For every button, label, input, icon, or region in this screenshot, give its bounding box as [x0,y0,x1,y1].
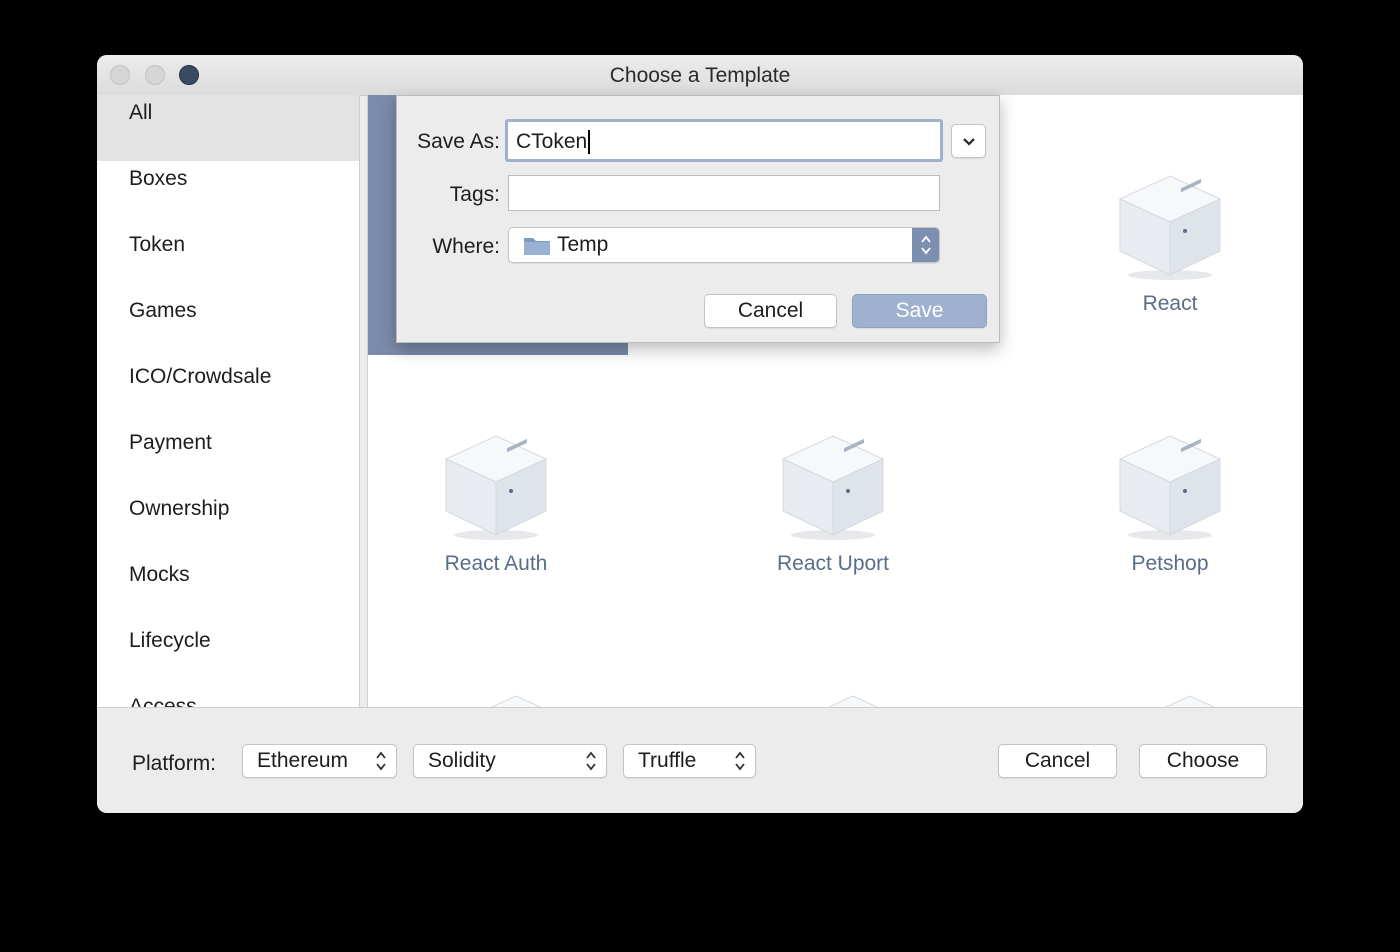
cancel-button[interactable]: Cancel [998,744,1117,778]
where-select[interactable]: Temp [508,227,940,263]
bottom-toolbar: Platform: Ethereum Solidity Truffle Canc… [97,707,1303,813]
framework-select-value: Truffle [638,749,697,772]
box-icon [1118,175,1222,280]
framework-select[interactable]: Truffle [623,744,756,778]
save-sheet: Save As: CToken Tags: Where: Temp Cancel… [396,95,1000,343]
sidebar-item-label: Lifecycle [129,629,211,652]
category-sidebar: All Boxes Token Games ICO/Crowdsale Paym… [97,95,360,707]
sidebar-item-label: Boxes [129,167,188,190]
save-as-label: Save As: [417,130,500,153]
sidebar-item-label: Payment [129,431,212,454]
sidebar-item-ownership[interactable]: Ownership [97,491,359,557]
tags-label: Tags: [449,183,500,206]
expand-save-dialog-button[interactable] [951,124,986,158]
sidebar-item-label: Games [129,299,197,322]
box-icon [1164,695,1216,707]
box-icon [781,435,885,540]
stepper-arrows-icon [921,235,931,255]
template-react-auth[interactable]: React Auth [406,431,586,576]
sidebar-item-label: ICO/Crowdsale [129,365,272,388]
box-icon [444,435,548,540]
template-petshop[interactable]: Petshop [1080,431,1260,576]
text-caret [588,130,591,155]
sidebar-item-games[interactable]: Games [97,293,359,359]
sidebar-item-boxes[interactable]: Boxes [97,161,359,227]
template-react-uport[interactable]: React Uport [743,431,923,576]
stepper-arrows-icon [735,751,745,771]
where-label: Where: [432,235,500,258]
folder-icon [524,238,550,255]
sidebar-item-mocks[interactable]: Mocks [97,557,359,623]
sidebar-item-ico-crowdsale[interactable]: ICO/Crowdsale [97,359,359,425]
sheet-cancel-button[interactable]: Cancel [704,294,837,328]
sidebar-item-label: Access [129,695,197,707]
tags-field[interactable] [508,175,940,211]
language-select[interactable]: Solidity [413,744,607,778]
sidebar-item-label: All [129,101,153,124]
sidebar-item-access[interactable]: Access [97,689,359,707]
sidebar-item-label: Mocks [129,563,190,586]
platform-label: Platform: [132,752,217,775]
title-bar: Choose a Template [97,55,1303,96]
template-label: React [1142,292,1198,315]
chevron-down-icon [962,138,975,146]
sidebar-item-token[interactable]: Token [97,227,359,293]
box-icon [827,695,879,707]
language-select-value: Solidity [428,749,496,772]
choose-button[interactable]: Choose [1139,744,1267,778]
where-select-value: Temp [557,233,609,256]
sidebar-item-label: Ownership [129,497,230,520]
window-title: Choose a Template [609,64,791,87]
sheet-save-button[interactable]: Save [852,294,987,328]
platform-select-value: Ethereum [257,749,349,772]
template-label: React Auth [444,552,548,575]
save-as-field[interactable]: CToken [505,119,943,162]
template-label: Petshop [1131,552,1209,575]
box-icon [490,695,542,707]
sidebar-item-payment[interactable]: Payment [97,425,359,491]
platform-select[interactable]: Ethereum [242,744,397,778]
sidebar-item-lifecycle[interactable]: Lifecycle [97,623,359,689]
template-label: React Uport [776,552,890,575]
template-react[interactable]: React [1080,171,1260,316]
stepper-arrows-icon [376,751,386,771]
sidebar-item-label: Token [129,233,186,256]
sidebar-item-all[interactable]: All [97,95,359,161]
where-select-arrows [912,228,939,262]
save-as-value: CToken [516,130,588,153]
stepper-arrows-icon [586,751,596,771]
box-icon [1118,435,1222,540]
